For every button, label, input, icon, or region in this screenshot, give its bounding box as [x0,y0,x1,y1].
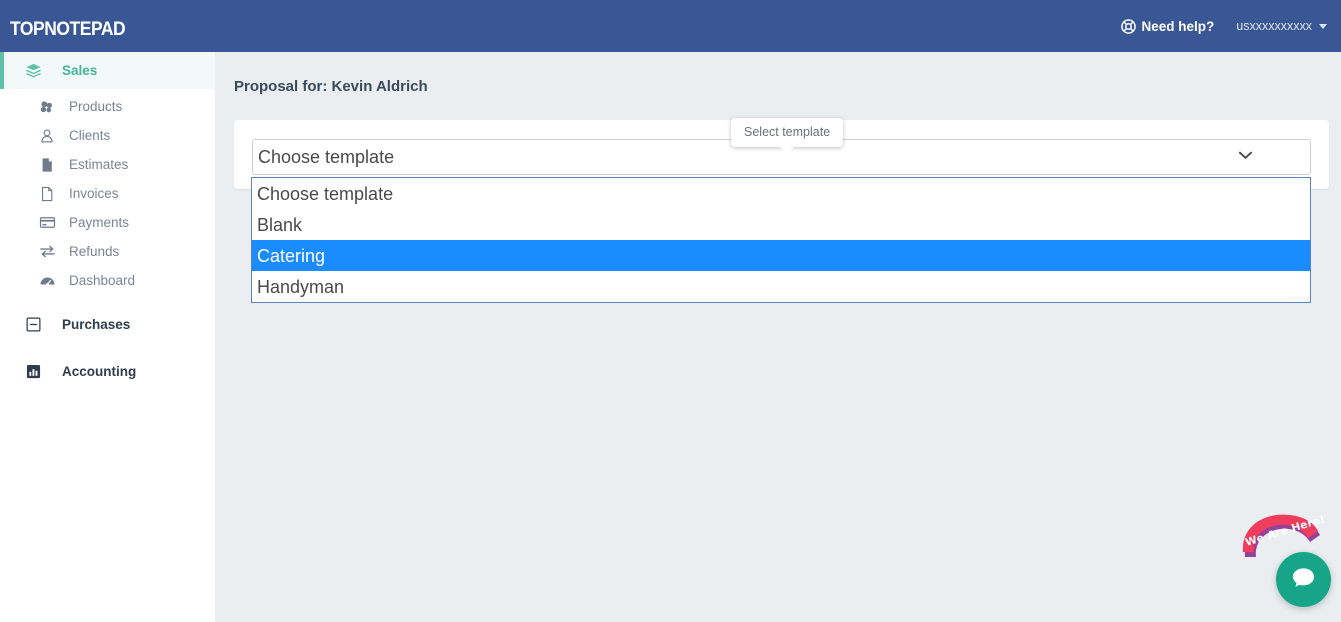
cubes-icon [36,99,58,115]
sidebar-item-accounting[interactable]: Accounting [0,353,215,389]
user-account-menu[interactable]: usxxxxxxxxxx [1236,19,1327,33]
sidebar-item-label: Clients [69,128,110,143]
sidebar-item-products[interactable]: Products [0,92,215,121]
select-template-tooltip: Select template [731,118,843,147]
user-icon [36,128,58,144]
sidebar-item-estimates[interactable]: Estimates [0,150,215,179]
sidebar-item-payments[interactable]: Payments [0,208,215,237]
tachometer-icon [36,272,58,289]
sidebar-item-refunds[interactable]: Refunds [0,237,215,266]
exchange-arrows-icon [36,243,58,260]
sidebar-item-label: Purchases [62,317,130,332]
sidebar-item-label: Sales [62,63,97,78]
need-help-label: Need help? [1142,19,1215,34]
sidebar-item-label: Products [69,99,122,114]
chat-bubble-icon [1290,564,1317,596]
minus-square-icon [22,317,44,332]
document-outline-icon [36,186,58,202]
top-header-bar: TopNotepad Need help? usxxxxxxxxxx [0,0,1341,52]
sidebar-item-invoices[interactable]: Invoices [0,179,215,208]
caret-down-icon [1319,24,1327,29]
we-are-here-banner: We Are Here! [1238,513,1324,557]
sidebar-item-label: Dashboard [69,273,135,288]
header-right-actions: Need help? usxxxxxxxxxx [1121,19,1341,34]
sidebar-sales-submenu: Products Clients Estimates [0,89,215,295]
sidebar-item-label: Payments [69,215,129,230]
document-filled-icon [36,157,58,173]
sidebar-item-dashboard[interactable]: Dashboard [0,266,215,295]
template-select-value: Choose template [258,148,1239,166]
option-blank[interactable]: Blank [252,209,1310,240]
layers-icon [22,62,44,79]
sidebar-navigation: Sales Products Clients [0,52,215,622]
sidebar-item-purchases[interactable]: Purchases [0,306,215,342]
bar-chart-icon [22,364,44,379]
chat-widget: We Are Here! [1238,508,1338,614]
life-ring-icon [1121,19,1136,34]
sidebar-item-label: Accounting [62,364,136,379]
option-catering[interactable]: Catering [252,240,1310,271]
sidebar-item-label: Invoices [69,186,119,201]
sidebar-item-label: Estimates [69,157,128,172]
need-help-button[interactable]: Need help? [1121,19,1215,34]
app-logo[interactable]: TopNotepad [10,11,125,42]
username-label: usxxxxxxxxxx [1236,19,1312,33]
page-title: Proposal for: Kevin Aldrich [234,78,1341,95]
chat-button[interactable] [1276,552,1331,607]
sidebar-item-sales[interactable]: Sales [0,52,215,89]
sidebar-item-clients[interactable]: Clients [0,121,215,150]
option-choose-template[interactable]: Choose template [252,178,1310,209]
chevron-down-icon [1239,151,1252,163]
credit-card-icon [36,214,58,231]
sidebar-item-label: Refunds [69,244,119,259]
option-handyman[interactable]: Handyman [252,271,1310,302]
template-option-list[interactable]: Choose template Blank Catering Handyman [251,177,1311,303]
